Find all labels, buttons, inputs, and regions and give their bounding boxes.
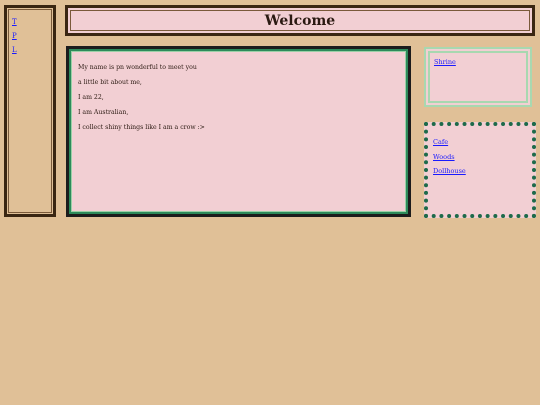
about-line-intro: a little bit about me, xyxy=(78,79,142,86)
places-list: Cafe Woods Dollhouse xyxy=(433,139,466,183)
page: T P L Welcome My name is pn wonderful to… xyxy=(0,0,540,405)
about-line-nationality: I am Australian, xyxy=(78,109,129,116)
shrine-box: Shrine xyxy=(424,47,532,107)
about-line-age: I am 22, xyxy=(78,94,104,101)
sidebar: T P L xyxy=(4,5,56,217)
places-box: Cafe Woods Dollhouse xyxy=(424,122,536,218)
woods-link[interactable]: Woods xyxy=(433,153,466,161)
sidebar-links: T P L xyxy=(12,19,17,61)
page-title: Welcome xyxy=(264,12,336,29)
shrine-link[interactable]: Shrine xyxy=(434,58,456,66)
main-content-box: My name is pn wonderful to meet you a li… xyxy=(66,46,411,217)
main-content-inner: My name is pn wonderful to meet you a li… xyxy=(71,51,406,212)
dollhouse-link[interactable]: Dollhouse xyxy=(433,168,466,175)
sidebar-link-l[interactable]: L xyxy=(12,47,17,54)
sidebar-link-t[interactable]: T xyxy=(12,19,17,26)
sidebar-link-p[interactable]: P xyxy=(12,33,17,40)
header-banner: Welcome xyxy=(65,5,535,36)
about-line-hobby: I collect shiny things like I am a crow … xyxy=(78,124,205,131)
cafe-link[interactable]: Cafe xyxy=(433,139,466,146)
about-line-greeting: My name is pn wonderful to meet you xyxy=(78,64,197,71)
about-text: My name is pn wonderful to meet you a li… xyxy=(78,64,205,139)
